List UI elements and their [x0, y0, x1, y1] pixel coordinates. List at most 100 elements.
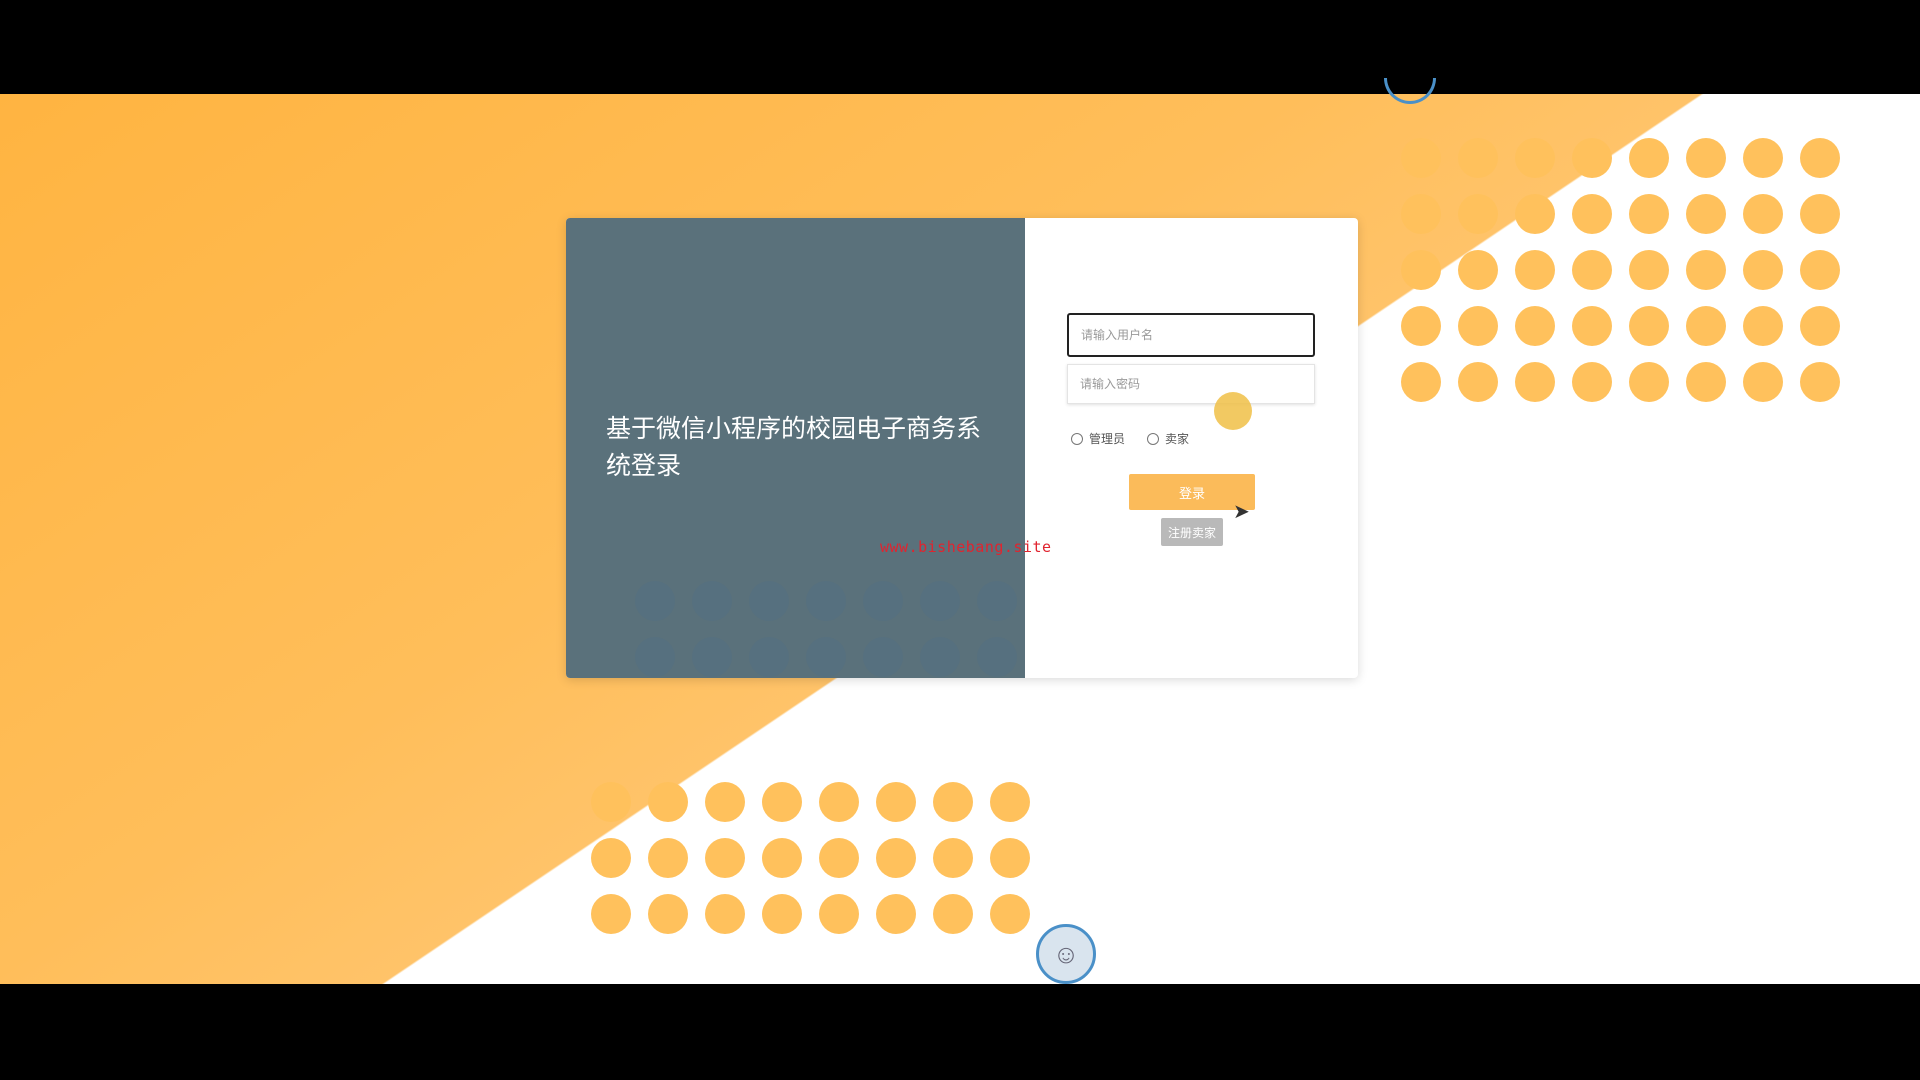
role-label-seller: 卖家 — [1165, 432, 1190, 446]
decorative-dot — [704, 894, 745, 934]
decorative-dot — [634, 637, 675, 677]
letterbox-bottom — [0, 984, 1920, 1080]
decorative-dot — [1571, 194, 1612, 234]
decorative-dot — [989, 894, 1030, 934]
decorative-dots-top-right — [1392, 130, 1848, 410]
robot-avatar-icon[interactable]: ☺ — [1036, 924, 1096, 984]
decorative-dot — [805, 637, 846, 677]
login-card: 基于微信小程序的校园电子商务系统登录 管理员 卖家 登录 注册卖家 — [566, 218, 1358, 678]
decorative-dot — [875, 782, 916, 822]
decorative-dot — [1799, 194, 1840, 234]
decorative-dot — [1400, 250, 1441, 290]
role-label-admin: 管理员 — [1089, 432, 1126, 446]
decorative-dot — [1799, 362, 1840, 402]
cursor-highlight — [1214, 392, 1252, 430]
decorative-dot — [1571, 362, 1612, 402]
decorative-dot — [1799, 250, 1840, 290]
decorative-dot — [1799, 138, 1840, 178]
decorative-dot — [1685, 250, 1726, 290]
decorative-dot — [761, 782, 802, 822]
decorative-dot — [862, 637, 903, 677]
register-seller-button[interactable]: 注册卖家 — [1161, 518, 1223, 546]
decorative-dot — [1571, 138, 1612, 178]
role-radio-admin[interactable]: 管理员 — [1071, 430, 1125, 447]
decorative-dot — [1571, 250, 1612, 290]
watermark-text: www.bishebang.site — [880, 538, 1052, 556]
decorative-dot — [1457, 250, 1498, 290]
decorative-dot — [1628, 194, 1669, 234]
decorative-dot — [647, 838, 688, 878]
decorative-dot — [1514, 362, 1555, 402]
decorative-dot — [1514, 306, 1555, 346]
page-title: 基于微信小程序的校园电子商务系统登录 — [606, 415, 982, 480]
decorative-dot — [1628, 250, 1669, 290]
decorative-dot — [691, 581, 732, 621]
decorative-dot — [919, 637, 960, 677]
decorative-dot — [989, 782, 1030, 822]
decorative-dot — [590, 838, 631, 878]
password-input[interactable] — [1067, 364, 1315, 404]
decorative-dot — [1457, 362, 1498, 402]
decorative-dot — [1628, 362, 1669, 402]
decorative-dot — [1742, 306, 1783, 346]
letterbox-top — [0, 0, 1920, 94]
decorative-dot — [976, 581, 1017, 621]
mouse-pointer-icon: ➤ — [1233, 501, 1250, 523]
decorative-dot — [1685, 194, 1726, 234]
decorative-dot — [1400, 194, 1441, 234]
decorative-dot — [1571, 306, 1612, 346]
decorative-dot — [704, 838, 745, 878]
decorative-dot — [1457, 306, 1498, 346]
radio-circle-icon — [1147, 432, 1160, 445]
decorative-dot — [704, 782, 745, 822]
decorative-dot — [919, 581, 960, 621]
decorative-dot — [932, 782, 973, 822]
decorative-dot — [1400, 306, 1441, 346]
decorative-dot — [647, 894, 688, 934]
role-radio-group: 管理员 卖家 — [1071, 430, 1189, 447]
decorative-dot — [989, 838, 1030, 878]
decorative-dot — [976, 637, 1017, 677]
decorative-dot — [1742, 250, 1783, 290]
decorative-dot — [818, 838, 859, 878]
decorative-dot — [647, 782, 688, 822]
decorative-dot — [862, 581, 903, 621]
role-radio-seller[interactable]: 卖家 — [1147, 430, 1189, 447]
decorative-dot — [590, 782, 631, 822]
login-form: 管理员 卖家 登录 注册卖家 — [1025, 218, 1358, 678]
decorative-dot — [748, 637, 789, 677]
decorative-dot — [805, 581, 846, 621]
decorative-dot — [875, 838, 916, 878]
decorative-dot — [1514, 194, 1555, 234]
decorative-dot — [1685, 138, 1726, 178]
decorative-dot — [932, 838, 973, 878]
decorative-dots-bottom — [582, 774, 1038, 942]
decorative-dot — [932, 894, 973, 934]
decorative-dot — [590, 894, 631, 934]
decorative-dot — [1457, 194, 1498, 234]
decorative-dot — [1457, 138, 1498, 178]
decorative-dot — [1685, 306, 1726, 346]
username-input[interactable] — [1067, 313, 1315, 357]
decorative-dot — [1400, 138, 1441, 178]
decorative-dot — [748, 581, 789, 621]
decorative-dot — [761, 838, 802, 878]
decorative-dot — [1685, 362, 1726, 402]
decorative-dot — [1400, 362, 1441, 402]
decorative-dot — [818, 894, 859, 934]
decorative-dot — [1742, 194, 1783, 234]
decorative-dot — [634, 581, 675, 621]
decorative-dot — [1514, 250, 1555, 290]
decorative-dot — [1628, 306, 1669, 346]
login-card-banner: 基于微信小程序的校园电子商务系统登录 — [566, 218, 1025, 678]
radio-circle-icon — [1071, 432, 1083, 445]
decorative-dot — [1514, 138, 1555, 178]
decorative-dot — [691, 637, 732, 677]
decorative-dot — [1742, 362, 1783, 402]
decorative-dot — [761, 894, 802, 934]
decorative-dot — [1742, 138, 1783, 178]
decorative-dot — [875, 894, 916, 934]
decorative-dot — [1799, 306, 1840, 346]
decorative-dot — [818, 782, 859, 822]
decorative-dot — [1628, 138, 1669, 178]
